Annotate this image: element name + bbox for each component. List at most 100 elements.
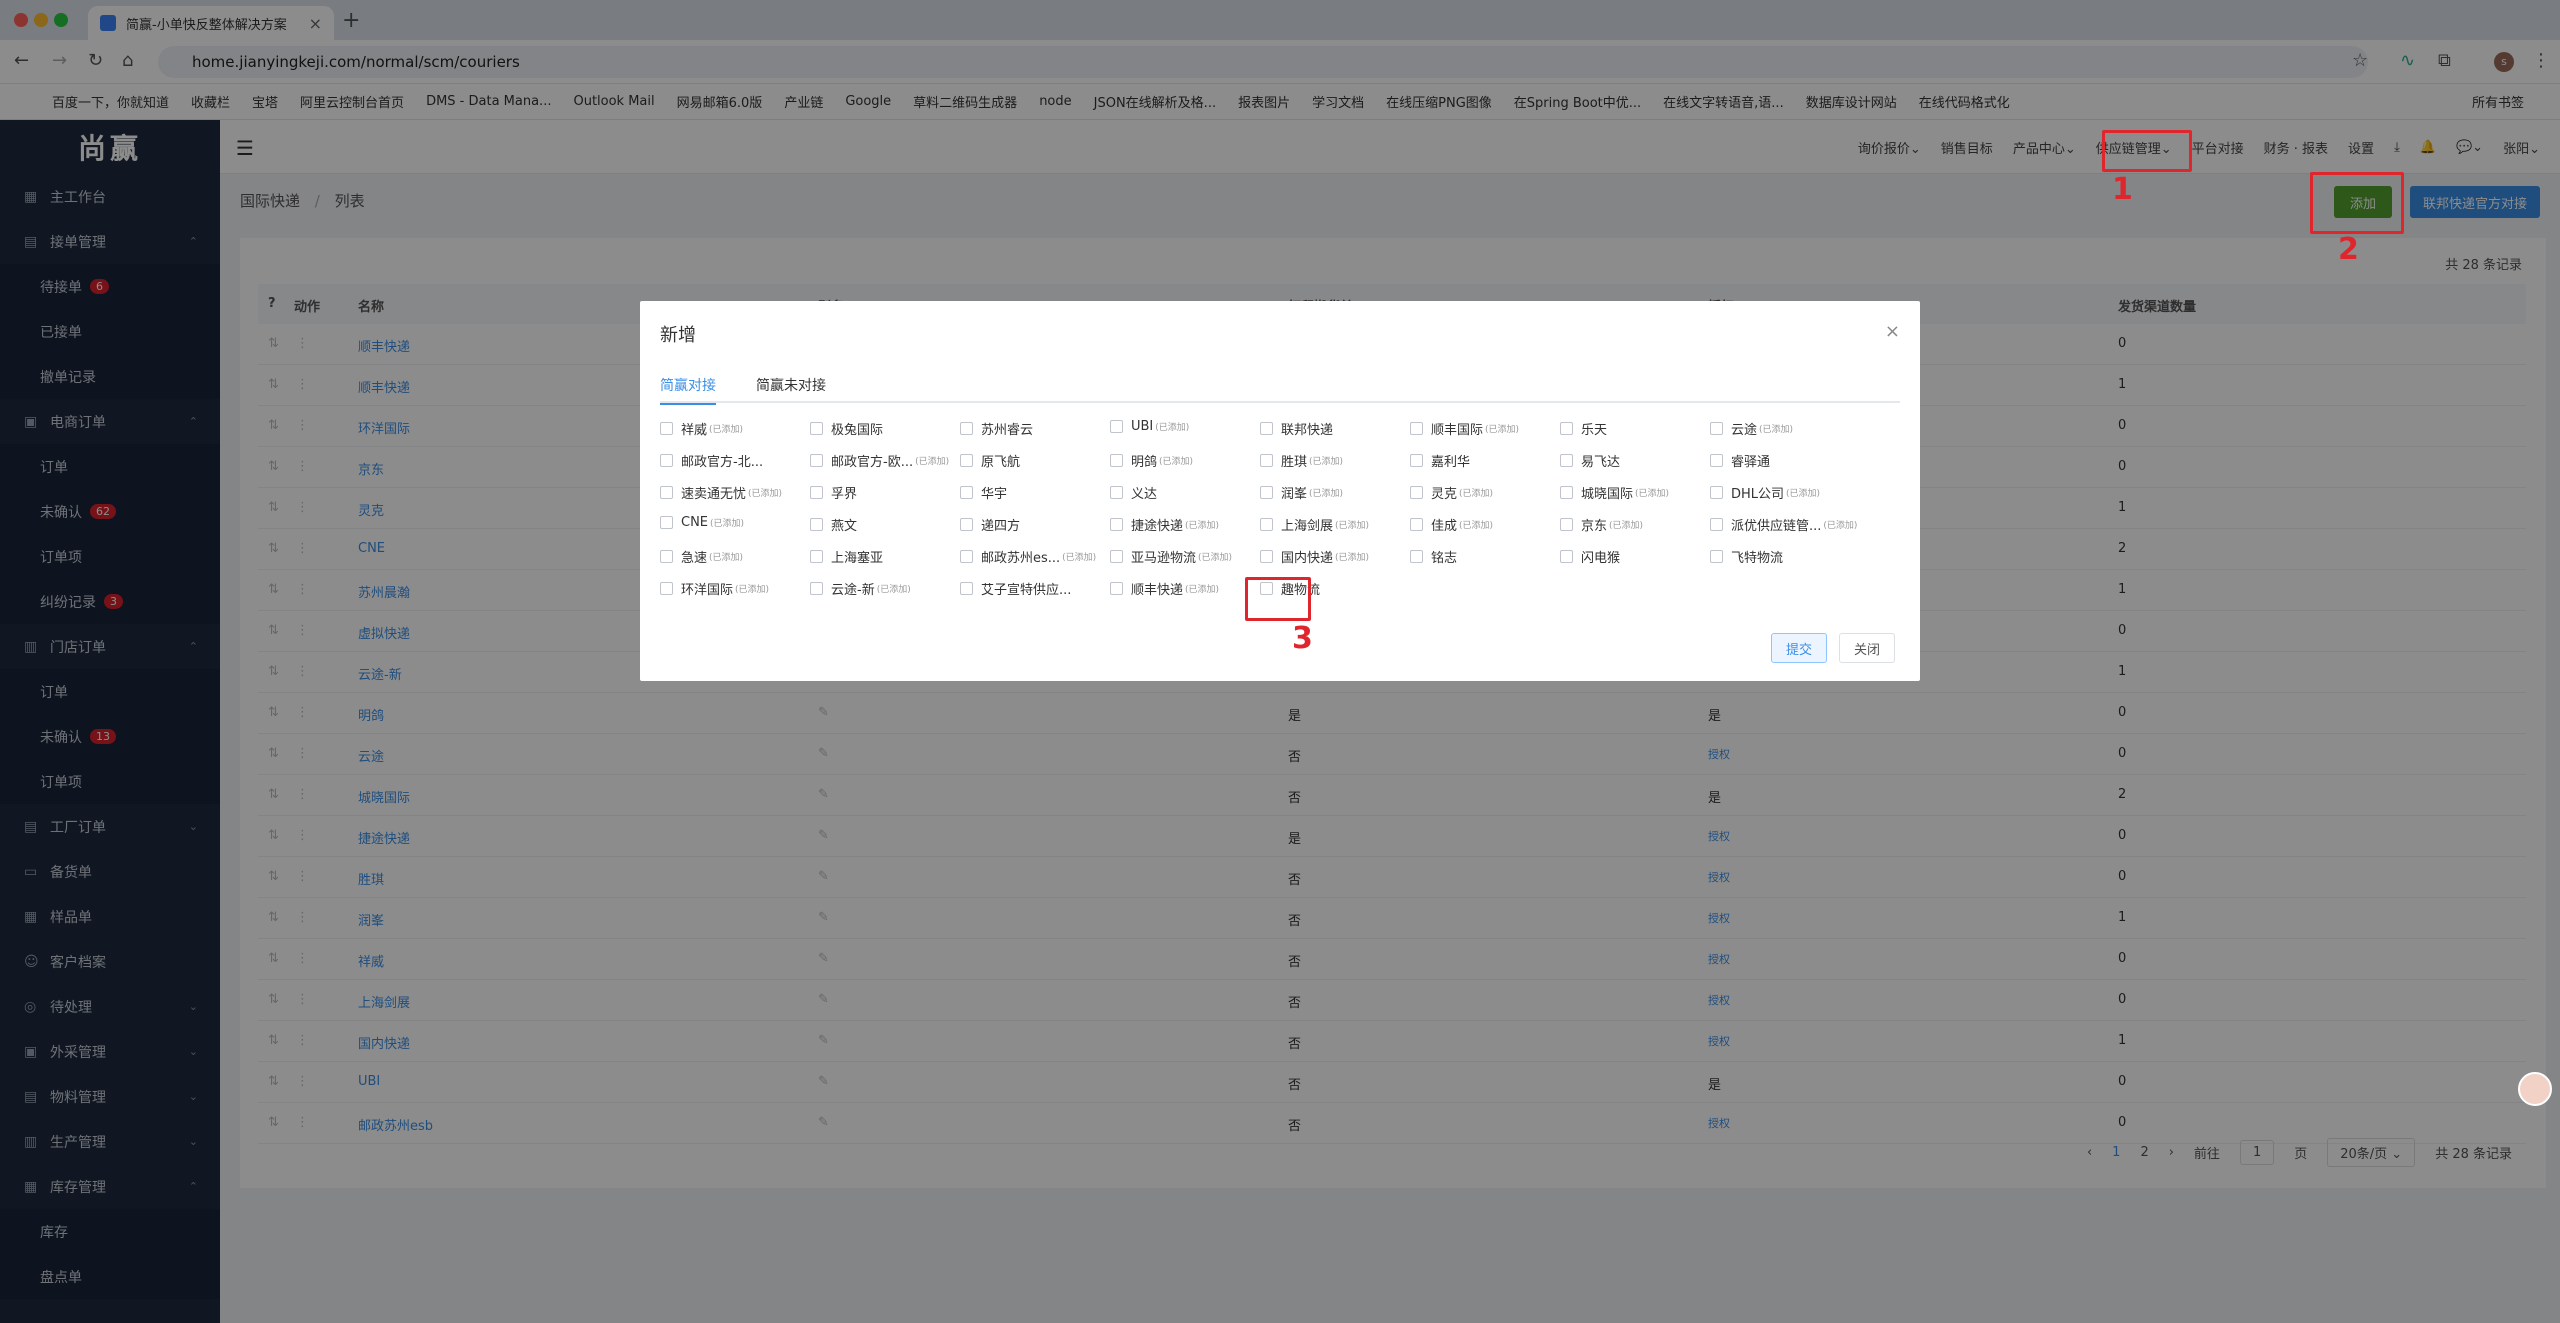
checkbox[interactable] — [960, 518, 973, 531]
courier-option[interactable]: 捷途快递 (已添加) — [1110, 515, 1219, 534]
checkbox[interactable] — [1410, 550, 1423, 563]
checkbox[interactable] — [1110, 582, 1123, 595]
courier-option[interactable]: 燕文 — [810, 515, 857, 534]
courier-option[interactable]: 苏州睿云 — [960, 419, 1033, 438]
courier-option[interactable]: 义达 — [1110, 483, 1157, 502]
courier-option[interactable]: 胜琪 (已添加) — [1260, 451, 1343, 470]
added-tag: (已添加) — [1335, 521, 1370, 531]
checkbox[interactable] — [1710, 422, 1723, 435]
courier-option[interactable]: 明鸽 (已添加) — [1110, 451, 1193, 470]
tab-jianying-unlinked[interactable]: 简赢未对接 — [756, 375, 826, 395]
courier-option[interactable]: 城晓国际 (已添加) — [1560, 483, 1669, 502]
courier-option[interactable]: 邮政官方-北... — [660, 451, 763, 470]
courier-option[interactable]: 睿驿通 — [1710, 451, 1770, 470]
courier-option[interactable]: 邮政苏州es... (已添加) — [960, 547, 1096, 566]
checkbox[interactable] — [660, 486, 673, 499]
checkbox[interactable] — [1710, 518, 1723, 531]
checkbox[interactable] — [810, 454, 823, 467]
modal-close-icon[interactable]: × — [1885, 321, 1900, 342]
checkbox[interactable] — [810, 518, 823, 531]
courier-option[interactable]: 联邦快递 — [1260, 419, 1333, 438]
courier-option[interactable]: 速卖通无忧 (已添加) — [660, 483, 782, 502]
checkbox[interactable] — [1560, 486, 1573, 499]
courier-option[interactable]: 极兔国际 — [810, 419, 883, 438]
courier-option[interactable]: 云途 (已添加) — [1710, 419, 1793, 438]
checkbox[interactable] — [1260, 422, 1273, 435]
checkbox[interactable] — [810, 486, 823, 499]
checkbox[interactable] — [1110, 486, 1123, 499]
checkbox[interactable] — [960, 582, 973, 595]
checkbox[interactable] — [660, 516, 673, 529]
courier-option[interactable]: 上海塞亚 — [810, 547, 883, 566]
courier-option[interactable]: 易飞达 — [1560, 451, 1620, 470]
checkbox[interactable] — [1260, 550, 1273, 563]
checkbox[interactable] — [1410, 422, 1423, 435]
tab-jianying-linked[interactable]: 简赢对接 — [660, 375, 716, 405]
checkbox[interactable] — [1560, 518, 1573, 531]
checkbox[interactable] — [1260, 518, 1273, 531]
courier-option[interactable]: 云途-新 (已添加) — [810, 579, 911, 598]
checkbox[interactable] — [1410, 454, 1423, 467]
courier-option[interactable]: 递四方 — [960, 515, 1020, 534]
added-tag: (已添加) — [735, 585, 770, 595]
courier-option[interactable]: 环洋国际 (已添加) — [660, 579, 769, 598]
courier-option[interactable]: 艾子宣特供应... — [960, 579, 1071, 598]
added-tag: (已添加) — [1485, 425, 1520, 435]
added-tag: (已添加) — [748, 489, 783, 499]
modal-tabs: 简赢对接 简赢未对接 — [660, 369, 1900, 405]
checkbox[interactable] — [1110, 454, 1123, 467]
assistant-avatar[interactable] — [2518, 1072, 2552, 1106]
checkbox[interactable] — [1560, 422, 1573, 435]
checkbox[interactable] — [660, 550, 673, 563]
courier-option[interactable]: 京东 (已添加) — [1560, 515, 1643, 534]
courier-option[interactable]: 急速 (已添加) — [660, 547, 743, 566]
checkbox[interactable] — [1410, 486, 1423, 499]
checkbox[interactable] — [960, 422, 973, 435]
courier-option[interactable]: 佳成 (已添加) — [1410, 515, 1493, 534]
checkbox[interactable] — [1260, 454, 1273, 467]
checkbox[interactable] — [1560, 550, 1573, 563]
courier-option[interactable]: DHL公司 (已添加) — [1710, 483, 1820, 502]
checkbox[interactable] — [960, 550, 973, 563]
checkbox[interactable] — [810, 550, 823, 563]
checkbox[interactable] — [1110, 550, 1123, 563]
checkbox[interactable] — [660, 422, 673, 435]
courier-option[interactable]: 飞特物流 — [1710, 547, 1783, 566]
courier-option[interactable]: 国内快递 (已添加) — [1260, 547, 1369, 566]
courier-option[interactable]: 派优供应链管... (已添加) — [1710, 515, 1857, 534]
courier-option[interactable]: CNE (已添加) — [660, 515, 744, 530]
checkbox[interactable] — [1710, 486, 1723, 499]
courier-option[interactable]: 铭志 — [1410, 547, 1457, 566]
checkbox[interactable] — [1110, 420, 1123, 433]
checkbox[interactable] — [1410, 518, 1423, 531]
checkbox[interactable] — [1560, 454, 1573, 467]
courier-option[interactable]: 乐天 — [1560, 419, 1607, 438]
courier-option[interactable]: 顺丰国际 (已添加) — [1410, 419, 1519, 438]
submit-button[interactable]: 提交 — [1771, 633, 1827, 663]
checkbox[interactable] — [810, 422, 823, 435]
courier-option[interactable]: 原飞航 — [960, 451, 1020, 470]
checkbox[interactable] — [960, 454, 973, 467]
courier-option[interactable]: UBI (已添加) — [1110, 419, 1189, 434]
courier-option[interactable]: 润峯 (已添加) — [1260, 483, 1343, 502]
checkbox[interactable] — [660, 582, 673, 595]
courier-option[interactable]: 邮政官方-欧... (已添加) — [810, 451, 949, 470]
checkbox[interactable] — [960, 486, 973, 499]
courier-option[interactable]: 上海剑展 (已添加) — [1260, 515, 1369, 534]
checkbox[interactable] — [660, 454, 673, 467]
courier-option[interactable]: 顺丰快递 (已添加) — [1110, 579, 1219, 598]
courier-option[interactable]: 灵克 (已添加) — [1410, 483, 1493, 502]
checkbox[interactable] — [1260, 486, 1273, 499]
courier-option[interactable]: 孚界 — [810, 483, 857, 502]
added-tag: (已添加) — [1635, 489, 1670, 499]
checkbox[interactable] — [1110, 518, 1123, 531]
checkbox[interactable] — [1710, 454, 1723, 467]
courier-option[interactable]: 亚马逊物流 (已添加) — [1110, 547, 1232, 566]
checkbox[interactable] — [810, 582, 823, 595]
courier-option[interactable]: 闪电猴 — [1560, 547, 1620, 566]
close-button[interactable]: 关闭 — [1839, 633, 1895, 663]
courier-option[interactable]: 祥威 (已添加) — [660, 419, 743, 438]
checkbox[interactable] — [1710, 550, 1723, 563]
courier-option[interactable]: 华宇 — [960, 483, 1007, 502]
courier-option[interactable]: 嘉利华 — [1410, 451, 1470, 470]
